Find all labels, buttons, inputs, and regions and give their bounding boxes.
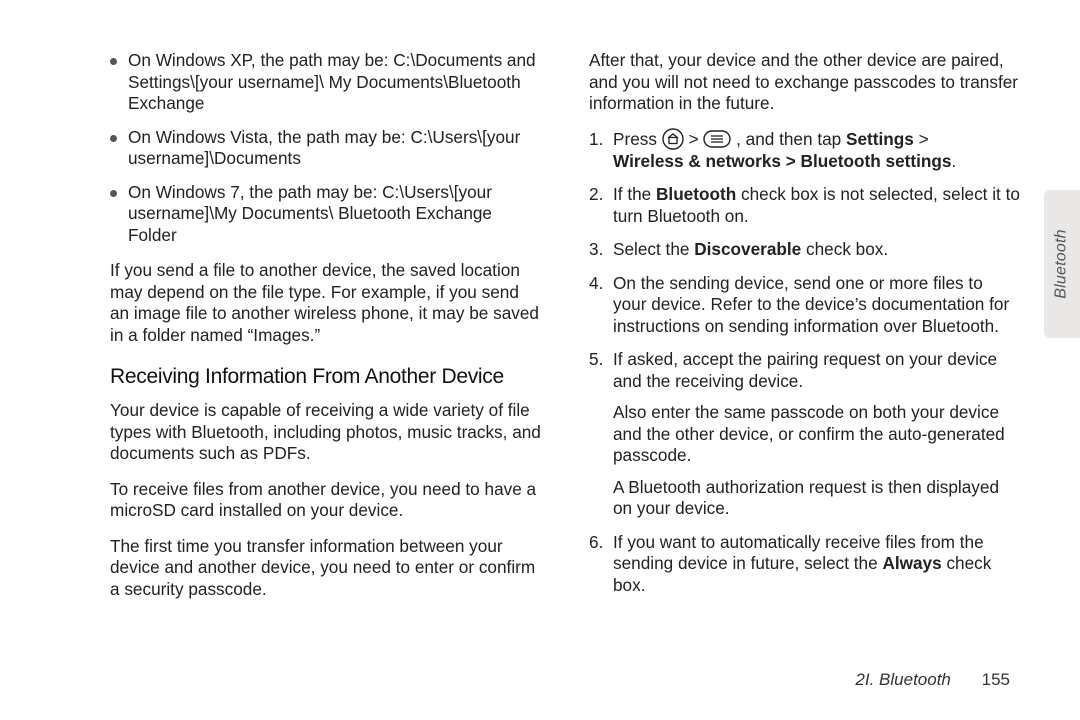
menu-key-icon [703, 130, 731, 148]
step-item: If you want to automatically receive fil… [589, 532, 1020, 597]
paragraph: If you send a file to another device, th… [110, 260, 541, 346]
paragraph: After that, your device and the other de… [589, 50, 1020, 115]
step-text-fragment: Select the [613, 239, 694, 259]
list-item: On Windows XP, the path may be: C:\Docum… [110, 50, 541, 115]
step-subtext: Also enter the same passcode on both you… [613, 402, 1020, 467]
footer-section: 2I. Bluetooth [855, 670, 950, 689]
bold-label: Always [882, 553, 941, 573]
path-bullet-list: On Windows XP, the path may be: C:\Docum… [110, 50, 541, 246]
paragraph: Your device is capable of receiving a wi… [110, 400, 541, 465]
step-text-fragment: Press [613, 129, 662, 149]
bold-label: Settings [846, 129, 914, 149]
paragraph: The first time you transfer information … [110, 536, 541, 601]
bold-label: Wireless & networks > Bluetooth settings [613, 151, 951, 171]
side-tab-label: Bluetooth [1053, 229, 1071, 298]
step-text-fragment: > [689, 129, 704, 149]
bold-label: Discoverable [694, 239, 801, 259]
left-column: On Windows XP, the path may be: C:\Docum… [110, 50, 541, 690]
step-item: If asked, accept the pairing request on … [589, 349, 1020, 520]
page-footer: 2I. Bluetooth 155 [855, 670, 1010, 690]
step-item: Select the Discoverable check box. [589, 239, 1020, 261]
paragraph: To receive files from another device, yo… [110, 479, 541, 522]
home-key-icon [662, 128, 684, 150]
step-item: Press > , [589, 129, 1020, 173]
step-text-fragment: If asked, accept the pairing request on … [613, 349, 997, 391]
step-text-fragment: If the [613, 184, 656, 204]
step-text-fragment: > [914, 129, 929, 149]
step-text-fragment: check box. [801, 239, 888, 259]
section-side-tab: Bluetooth [1044, 190, 1080, 338]
steps-list: Press > , [589, 129, 1020, 597]
bold-label: Bluetooth [656, 184, 736, 204]
section-heading: Receiving Information From Another Devic… [110, 364, 541, 390]
step-text-fragment: . [951, 151, 956, 171]
step-item: If the Bluetooth check box is not select… [589, 184, 1020, 227]
list-item: On Windows 7, the path may be: C:\Users\… [110, 182, 541, 247]
step-subtext: A Bluetooth authorization request is the… [613, 477, 1020, 520]
right-column: After that, your device and the other de… [589, 50, 1020, 690]
document-page: On Windows XP, the path may be: C:\Docum… [0, 0, 1080, 720]
step-text-fragment: , and then tap [736, 129, 846, 149]
step-item: On the sending device, send one or more … [589, 273, 1020, 338]
page-number: 155 [982, 670, 1010, 689]
list-item: On Windows Vista, the path may be: C:\Us… [110, 127, 541, 170]
